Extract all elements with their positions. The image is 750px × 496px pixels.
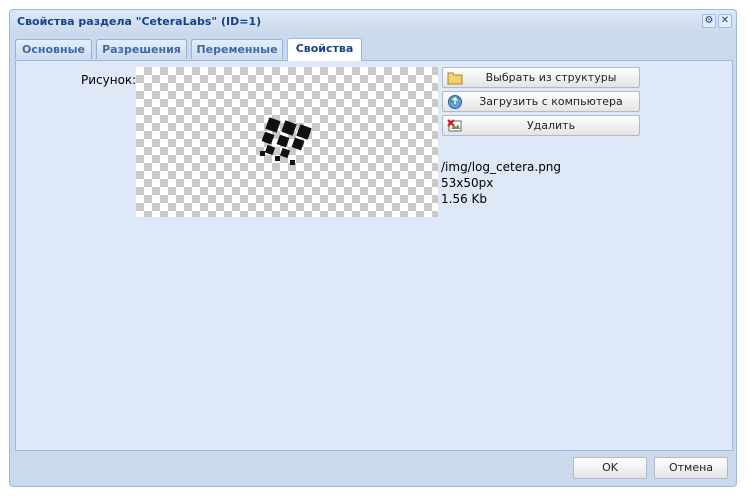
choose-from-structure-label: Выбрать из структуры (485, 71, 617, 84)
folder-icon (447, 72, 463, 85)
properties-dialog: Свойства раздела "CeteraLabs" (ID=1) ⚙ ✕… (9, 9, 737, 487)
delete-image-icon (447, 119, 462, 132)
choose-from-structure-button[interactable]: Выбрать из структуры (442, 67, 640, 88)
delete-label: Удалить (526, 119, 576, 132)
globe-upload-icon (448, 95, 462, 109)
dialog-title: Свойства раздела "CeteraLabs" (ID=1) (17, 15, 262, 28)
dialog-footer: OK Отмена (10, 450, 736, 486)
upload-from-computer-button[interactable]: Загрузить с компьютера (442, 91, 640, 112)
tab-strip: Основные Разрешения Переменные Свойства (15, 38, 733, 61)
tab-main[interactable]: Основные (15, 39, 92, 59)
cancel-button[interactable]: Отмена (654, 457, 728, 479)
tab-properties[interactable]: Свойства (287, 38, 362, 61)
image-dimensions: 53x50px (441, 176, 494, 190)
dialog-titlebar[interactable]: Свойства раздела "CeteraLabs" (ID=1) ⚙ ✕ (10, 10, 736, 34)
tab-permissions[interactable]: Разрешения (96, 39, 187, 59)
image-preview (136, 67, 438, 217)
image-file-size: 1.56 Kb (441, 192, 488, 206)
picture-label: Рисунок: (81, 73, 137, 87)
gear-icon[interactable]: ⚙ (702, 14, 716, 28)
image-path: /img/log_cetera.png (441, 160, 562, 174)
tab-variables[interactable]: Переменные (191, 39, 283, 59)
properties-panel: Рисунок: Выбрать из структуры Загрузить … (15, 61, 733, 451)
upload-from-computer-label: Загрузить с компьютера (479, 95, 623, 108)
logo-image (260, 117, 312, 165)
delete-button[interactable]: Удалить (442, 115, 640, 136)
ok-button[interactable]: OK (573, 457, 647, 479)
close-icon[interactable]: ✕ (718, 14, 732, 28)
